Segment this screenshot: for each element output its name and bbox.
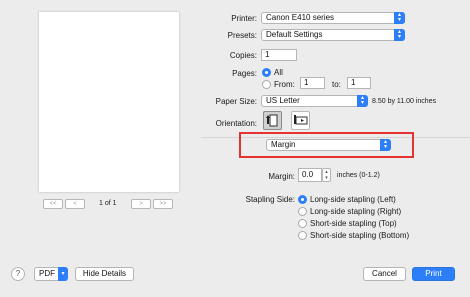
presets-label: Presets:	[227, 31, 257, 40]
landscape-icon	[294, 115, 308, 125]
next-page-button[interactable]: >	[131, 199, 151, 209]
stapling-option-label: Long-side stapling (Left)	[310, 195, 396, 204]
chevron-updown-icon: ▴ ▾	[394, 12, 405, 24]
first-page-button[interactable]: <<	[43, 199, 63, 209]
print-button[interactable]: Print	[412, 267, 455, 281]
paper-size-select[interactable]: US Letter ▴ ▾	[261, 95, 368, 107]
stapling-option-radio[interactable]	[298, 195, 307, 204]
paper-size-label: Paper Size:	[215, 97, 257, 106]
pages-label: Pages:	[232, 69, 257, 78]
pages-from-label: From:	[274, 80, 295, 89]
margin-stepper[interactable]: ▴ ▾	[322, 168, 331, 182]
last-page-button[interactable]: >>	[153, 199, 173, 209]
stapling-side-label: Stapling Side:	[245, 195, 295, 204]
stapling-option-radio[interactable]	[298, 219, 307, 228]
cancel-button[interactable]: Cancel	[363, 267, 406, 281]
stapling-option-label: Short-side stapling (Bottom)	[310, 231, 410, 240]
chevron-updown-icon: ▴ ▾	[394, 29, 405, 41]
orientation-portrait-button[interactable]	[263, 111, 282, 130]
help-button[interactable]: ?	[11, 267, 25, 281]
hide-details-button[interactable]: Hide Details	[75, 267, 134, 281]
pages-all-label: All	[274, 68, 283, 77]
printer-value: Canon E410 series	[266, 13, 335, 22]
margin-label: Margin:	[268, 172, 295, 181]
paper-dimensions: 8.50 by 11.00 inches	[372, 98, 437, 105]
printer-label: Printer:	[231, 14, 257, 23]
paper-size-value: US Letter	[266, 96, 300, 105]
stapling-option-radio[interactable]	[298, 231, 307, 240]
margin-field[interactable]: 0.0	[298, 168, 322, 182]
stapling-option-radio[interactable]	[298, 207, 307, 216]
prev-page-button[interactable]: <	[65, 199, 85, 209]
highlight-box	[239, 132, 414, 158]
printer-select[interactable]: Canon E410 series ▴ ▾	[261, 12, 405, 24]
pages-from-radio[interactable]	[262, 80, 271, 89]
pdf-menu-button[interactable]: PDF ▾	[34, 267, 68, 281]
stapling-option-label: Long-side stapling (Right)	[310, 207, 402, 216]
pages-to-label: to:	[332, 80, 341, 89]
page-indicator: 1 of 1	[99, 200, 117, 207]
pages-all-radio[interactable]	[262, 68, 271, 77]
pages-from-field[interactable]: 1	[300, 77, 325, 89]
chevron-down-icon: ▾	[58, 267, 68, 281]
chevron-updown-icon: ▴ ▾	[357, 95, 368, 107]
copies-field[interactable]: 1	[261, 49, 297, 61]
orientation-landscape-button[interactable]	[291, 111, 310, 130]
copies-label: Copies:	[229, 51, 257, 60]
page-preview	[39, 12, 179, 192]
orientation-label: Orientation:	[215, 119, 257, 128]
presets-select[interactable]: Default Settings ▴ ▾	[261, 29, 405, 41]
margin-unit: inches (0-1.2)	[337, 172, 380, 179]
portrait-icon	[266, 114, 278, 127]
pdf-label: PDF	[39, 269, 55, 278]
pages-to-field[interactable]: 1	[347, 77, 371, 89]
presets-value: Default Settings	[266, 30, 323, 39]
stapling-option-label: Short-side stapling (Top)	[310, 219, 397, 228]
